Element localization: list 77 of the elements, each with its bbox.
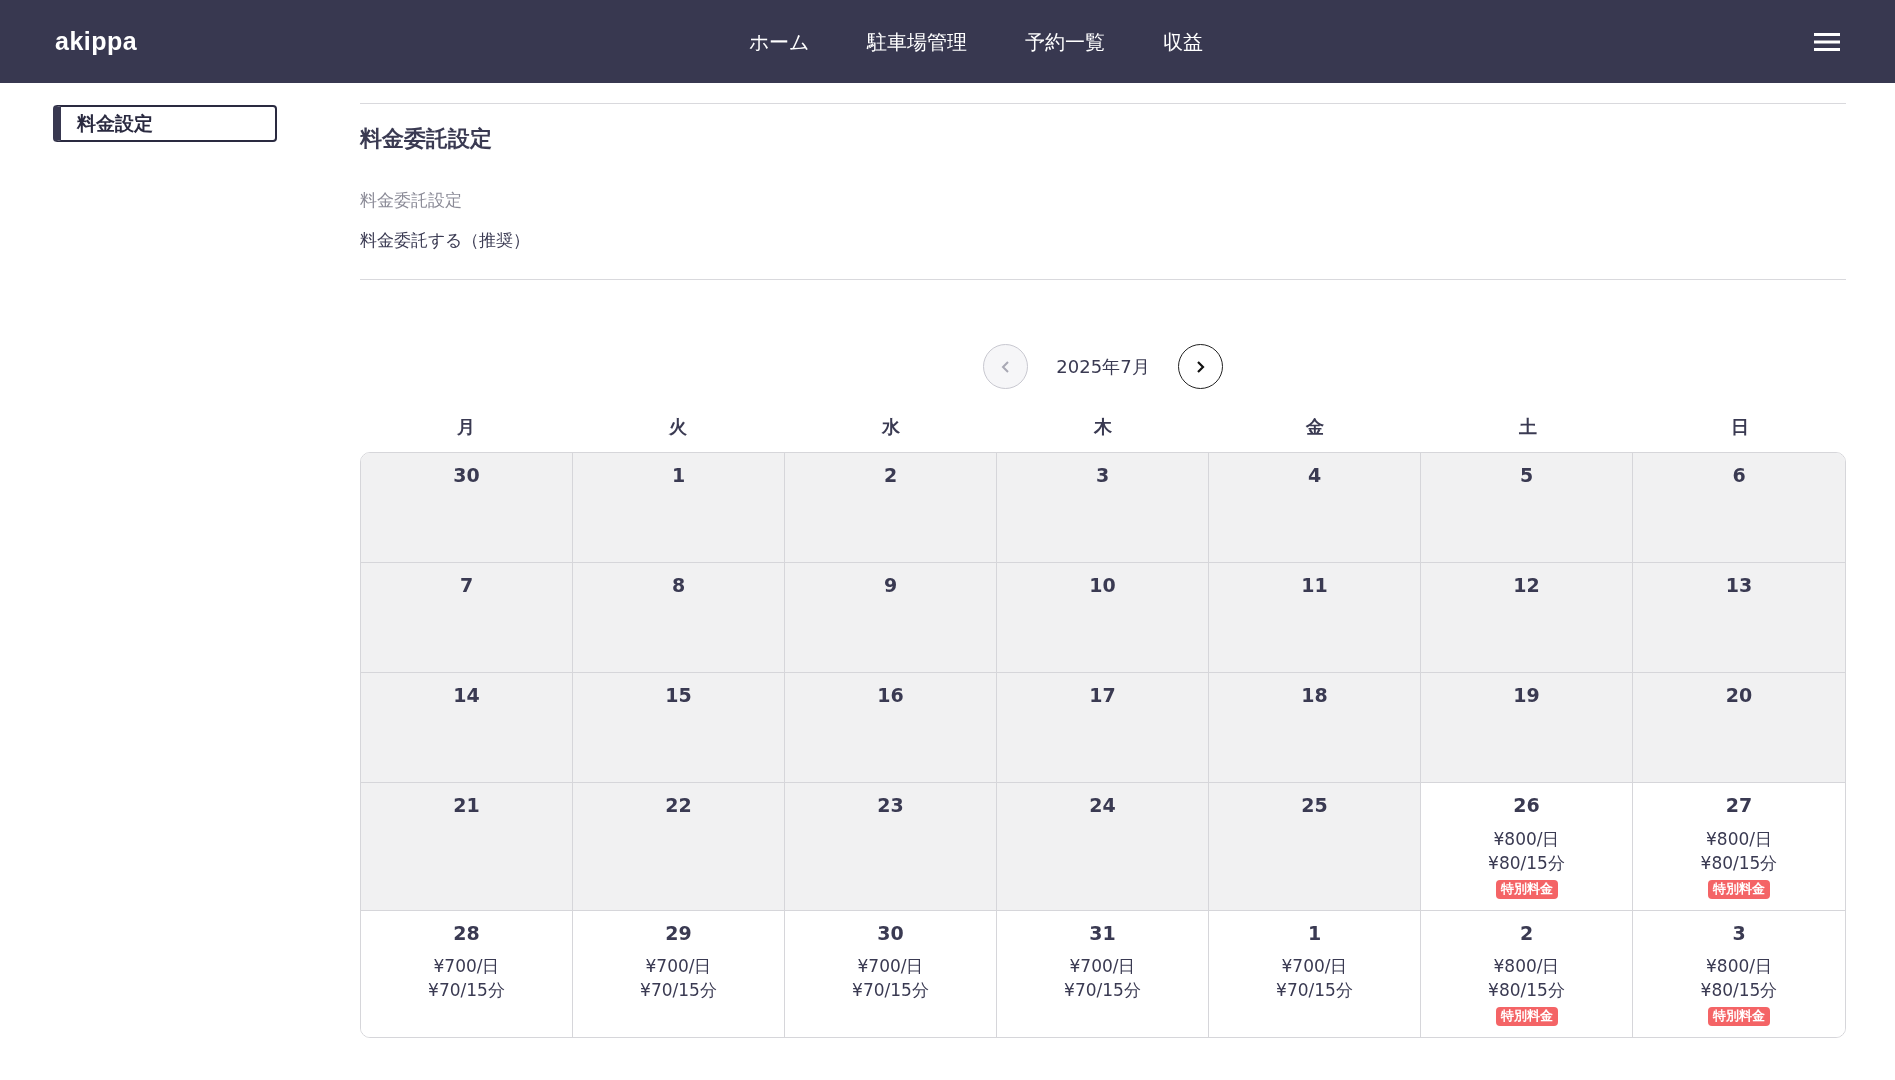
- price-text: ¥700/日: [1069, 958, 1136, 977]
- day-number: 19: [1513, 683, 1540, 709]
- day-number: 2: [1519, 920, 1534, 946]
- menu-icon[interactable]: [1814, 31, 1840, 52]
- month-label: 2025年7月: [1056, 355, 1150, 380]
- price-text: ¥80/15分: [1488, 854, 1565, 873]
- day-number: 13: [1725, 573, 1753, 599]
- weekday-label: 日: [1730, 416, 1749, 438]
- day-number: 2: [883, 463, 898, 489]
- day-number: 24: [1089, 793, 1116, 819]
- price-text: ¥700/日: [857, 958, 924, 977]
- day-number: 10: [1089, 573, 1116, 599]
- day-number: 3: [1095, 463, 1110, 489]
- price-text: ¥700/日: [433, 958, 500, 977]
- weekday-label: 火: [669, 416, 688, 438]
- day-number: 4: [1307, 463, 1322, 489]
- sidebar-item[interactable]: 料金設定: [53, 105, 277, 142]
- weekday-label: 月: [457, 416, 476, 438]
- day-number: 21: [453, 793, 480, 819]
- day-number: 5: [1519, 463, 1534, 489]
- weekday-label: 土: [1518, 416, 1537, 438]
- brand-logo[interactable]: akippa: [55, 22, 138, 61]
- day-number: 25: [1301, 793, 1328, 819]
- price-text: ¥70/15分: [640, 982, 717, 1001]
- day-number: 30: [877, 920, 904, 946]
- day-number: 7: [459, 573, 474, 599]
- price-text: ¥70/15分: [1064, 982, 1141, 1001]
- day-number: 6: [1732, 463, 1746, 489]
- day-number: 15: [665, 683, 692, 709]
- special-rate-badge: 特別料金: [1495, 879, 1558, 899]
- price-text: ¥800/日: [1706, 830, 1772, 849]
- field-label: 料金委託設定: [360, 189, 462, 213]
- day-number: 23: [877, 793, 904, 819]
- day-number: 11: [1301, 573, 1328, 599]
- day-number: 1: [1307, 920, 1322, 946]
- day-number: 20: [1725, 683, 1753, 709]
- day-number: 30: [453, 463, 480, 489]
- day-number: 3: [1732, 920, 1746, 946]
- weekday-label: 金: [1306, 416, 1325, 438]
- price-text: ¥800/日: [1493, 958, 1560, 977]
- day-number: 26: [1513, 793, 1540, 819]
- day-number: 9: [883, 573, 898, 599]
- day-cell[interactable]: 28 ¥700/日 ¥70/15分: [361, 910, 573, 1038]
- day-number: 18: [1301, 683, 1328, 709]
- nav-link[interactable]: 収益: [1162, 26, 1203, 57]
- day-number: 29: [665, 920, 692, 946]
- day-number: 8: [671, 573, 686, 599]
- day-number: 12: [1513, 573, 1540, 599]
- field-value: 料金委託する（推奨）: [360, 228, 530, 252]
- price-text: ¥70/15分: [852, 982, 929, 1001]
- special-rate-badge: 特別料金: [1708, 1007, 1770, 1027]
- day-number: 31: [1089, 920, 1116, 946]
- price-text: ¥700/日: [645, 958, 712, 977]
- nav-link[interactable]: 予約一覧: [1024, 26, 1105, 57]
- price-text: ¥80/15分: [1700, 854, 1778, 873]
- price-text: ¥70/15分: [428, 982, 505, 1001]
- day-number: 17: [1089, 683, 1116, 709]
- weekday-label: 木: [1094, 416, 1112, 438]
- day-number: 16: [877, 683, 904, 709]
- section-title: 料金委託設定: [360, 126, 493, 153]
- day-number: 27: [1725, 793, 1753, 819]
- day-cell[interactable]: 26 ¥800/日 ¥80/15分 特別料金: [1421, 783, 1633, 911]
- price-text: ¥80/15分: [1488, 982, 1565, 1001]
- special-rate-badge: 特別料金: [1495, 1007, 1558, 1027]
- day-number: 1: [671, 463, 686, 489]
- nav-link[interactable]: ホーム: [748, 26, 809, 57]
- nav-link[interactable]: 駐車場管理: [866, 26, 967, 57]
- weekday-label: 水: [881, 416, 900, 438]
- special-rate-badge: 特別料金: [1708, 879, 1770, 899]
- day-number: 22: [665, 793, 692, 819]
- price-text: ¥700/日: [1281, 958, 1348, 977]
- price-text: ¥800/日: [1706, 958, 1772, 977]
- price-text: ¥70/15分: [1276, 982, 1353, 1001]
- day-number: 28: [453, 920, 480, 946]
- day-number: 14: [453, 683, 480, 709]
- price-text: ¥80/15分: [1700, 982, 1778, 1001]
- price-text: ¥800/日: [1493, 830, 1560, 849]
